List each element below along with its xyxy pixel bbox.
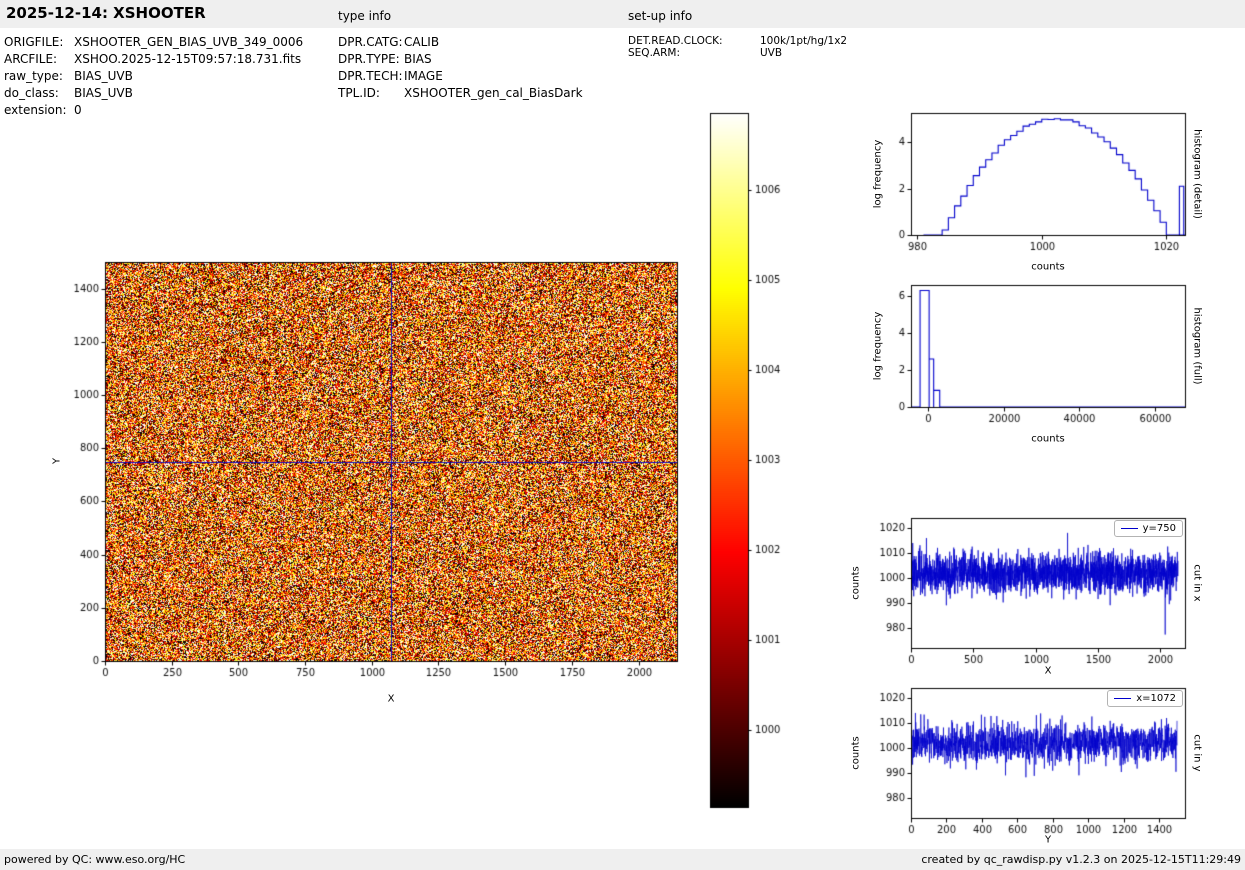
meta-label: extension: xyxy=(4,102,67,117)
page-title: 2025-12-14: XSHOOTER xyxy=(6,4,206,22)
cut-x-yaxis-label: counts xyxy=(850,566,862,600)
cut-y-side-label: cut in y xyxy=(1191,734,1203,772)
meta-label: SEQ.ARM: xyxy=(628,47,680,59)
meta-label: DPR.TECH: xyxy=(338,68,403,83)
meta-row-tplid: TPL.ID: XSHOOTER_gen_cal_BiasDark xyxy=(338,84,583,101)
type-info-heading: type info xyxy=(338,9,392,23)
cut-in-x-legend-label: y=750 xyxy=(1142,523,1176,534)
meta-row-doclass: do_class: BIAS_UVB xyxy=(4,84,303,101)
footer-powered-by: powered by QC: www.eso.org/HC xyxy=(4,853,186,866)
meta-row-dprcatg: DPR.CATG: CALIB xyxy=(338,33,583,50)
footer-created-by: created by qc_rawdisp.py v1.2.3 on 2025-… xyxy=(921,853,1241,866)
meta-label: raw_type: xyxy=(4,68,63,83)
hist-detail-xaxis-label: counts xyxy=(1031,261,1065,273)
meta-row-seqarm: SEQ.ARM: UVB xyxy=(628,47,847,59)
meta-label: ARCFILE: xyxy=(4,51,58,66)
meta-value: 100k/1pt/hg/1x2 xyxy=(760,35,848,47)
meta-value: XSHOOTER_GEN_BIAS_UVB_349_0006 xyxy=(74,34,304,49)
cut-y-xaxis-label: Y xyxy=(1044,834,1052,846)
meta-label: do_class: xyxy=(4,85,59,100)
meta-row-readclock: DET.READ.CLOCK: 100k/1pt/hg/1x2 xyxy=(628,35,847,47)
meta-value: BIAS xyxy=(404,51,432,66)
meta-label: TPL.ID: xyxy=(338,85,380,100)
hist-full-side-label: histogram (full) xyxy=(1191,307,1203,385)
meta-value: BIAS_UVB xyxy=(74,85,133,100)
type-info-block: DPR.CATG: CALIB DPR.TYPE: BIAS DPR.TECH: IM… xyxy=(338,33,583,101)
cut-in-y-legend-label: x=1072 xyxy=(1136,693,1176,704)
hist-detail-yaxis-label: log frequency xyxy=(872,139,884,209)
meta-value: IMAGE xyxy=(404,68,443,83)
header-bar: 2025-12-14: XSHOOTER type info set-up in… xyxy=(0,0,1245,28)
cut-in-x-legend: y=750 xyxy=(1113,520,1183,537)
hist-full-xaxis-label: counts xyxy=(1031,433,1065,445)
meta-value: UVB xyxy=(760,47,783,59)
meta-label: ORIGFILE: xyxy=(4,34,64,49)
meta-value: BIAS_UVB xyxy=(74,68,133,83)
meta-row-dprtype: DPR.TYPE: BIAS xyxy=(338,50,583,67)
footer-bar: powered by QC: www.eso.org/HC created by… xyxy=(0,849,1245,870)
meta-row-origfile: ORIGFILE: XSHOOTER_GEN_BIAS_UVB_349_0006 xyxy=(4,33,303,50)
meta-value: XSHOOTER_gen_cal_BiasDark xyxy=(404,85,583,100)
meta-label: DPR.CATG: xyxy=(338,34,403,49)
meta-row-rawtype: raw_type: BIAS_UVB xyxy=(4,67,303,84)
meta-row-dprtech: DPR.TECH: IMAGE xyxy=(338,67,583,84)
cut-x-xaxis-label: X xyxy=(1044,665,1052,677)
meta-value: CALIB xyxy=(404,34,440,49)
meta-row-arcfile: ARCFILE: XSHOO.2025-12-15T09:57:18.731.fi… xyxy=(4,50,303,67)
meta-value: 0 xyxy=(74,102,82,117)
meta-row-extension: extension: 0 xyxy=(4,101,303,118)
setup-info-heading: set-up info xyxy=(628,9,693,23)
meta-value: XSHOO.2025-12-15T09:57:18.731.fits xyxy=(74,51,302,66)
legend-line-icon xyxy=(1120,528,1138,529)
cut-in-y-legend: x=1072 xyxy=(1107,690,1183,707)
image-yaxis-label: Y xyxy=(51,457,63,465)
file-info-block: ORIGFILE: XSHOOTER_GEN_BIAS_UVB_349_0006 … xyxy=(4,33,303,118)
setup-info-block: DET.READ.CLOCK: 100k/1pt/hg/1x2 SEQ.ARM: U… xyxy=(628,35,847,59)
cut-y-yaxis-label: counts xyxy=(850,736,862,770)
image-xaxis-label: X xyxy=(387,693,395,705)
hist-detail-side-label: histogram (detail) xyxy=(1191,129,1203,219)
hist-full-yaxis-label: log frequency xyxy=(872,311,884,381)
cut-x-side-label: cut in x xyxy=(1191,564,1203,602)
meta-label: DPR.TYPE: xyxy=(338,51,400,66)
legend-line-icon xyxy=(1114,698,1132,699)
meta-label: DET.READ.CLOCK: xyxy=(628,35,723,47)
